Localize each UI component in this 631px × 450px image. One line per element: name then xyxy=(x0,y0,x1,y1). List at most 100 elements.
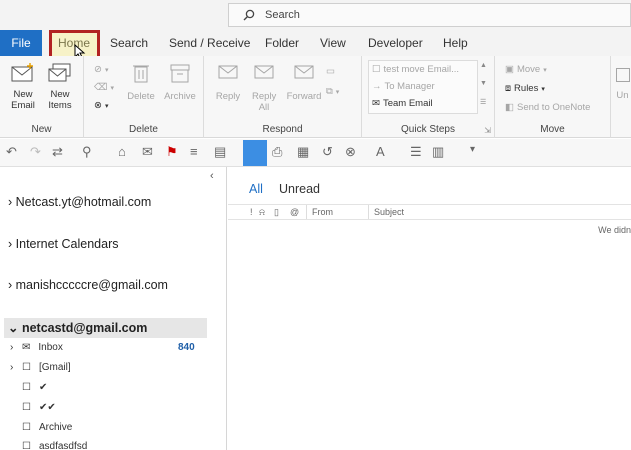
tab-folder[interactable]: Folder xyxy=(265,30,299,56)
new-items-button[interactable]: New Items xyxy=(42,62,78,111)
inbox-icon: ✉ xyxy=(22,342,31,353)
account-netcast-hotmail[interactable]: › Netcast.yt@hotmail.com xyxy=(8,195,151,209)
inbox-unread-count: 840 xyxy=(178,342,195,353)
folder-check[interactable]: ☐ ✔ xyxy=(10,382,47,393)
junk-icon[interactable]: ⊗ ▾ xyxy=(94,100,108,111)
flag-icon[interactable]: ⚑ xyxy=(166,144,178,160)
folder-double-check-label: ✔✔ xyxy=(38,402,56,413)
meeting-icon[interactable]: ▭ xyxy=(326,66,335,77)
save-icon[interactable]: ▦ xyxy=(297,144,309,160)
view-icon[interactable]: ▥ xyxy=(432,144,444,160)
collapse-pane-icon[interactable]: ‹ xyxy=(210,170,214,182)
mark-read-icon[interactable]: ✉ xyxy=(142,144,153,160)
importance-column-icon[interactable]: ! xyxy=(250,207,253,217)
expand-arrow-icon[interactable]: › xyxy=(10,362,20,373)
reminder-column-icon[interactable]: ⍾ xyxy=(259,207,265,218)
group-delete-label: Delete xyxy=(129,124,158,135)
reply-all-label: Reply All xyxy=(252,91,277,113)
unread-button[interactable]: Un xyxy=(614,68,631,101)
folder-icon: ☐ xyxy=(22,422,31,433)
trash-icon xyxy=(133,65,149,83)
search-input[interactable]: Search xyxy=(228,3,631,27)
icon-column-icon[interactable]: ▯ xyxy=(274,207,279,218)
unread-icon xyxy=(615,68,630,82)
selected-toolbar-button[interactable] xyxy=(243,140,267,166)
move-label: Move xyxy=(516,64,541,75)
print-preview-icon[interactable]: ▤ xyxy=(214,144,226,160)
print-icon[interactable]: ⎙ xyxy=(272,144,282,160)
folder-archive[interactable]: ☐ Archive xyxy=(10,422,72,433)
address-book-icon[interactable]: ⌂ xyxy=(118,144,126,159)
filter-all[interactable]: All xyxy=(249,182,263,196)
junk-small-icon[interactable]: ⊗ xyxy=(345,144,356,160)
message-column-header: ! ⍾ ▯ @ From Subject xyxy=(228,204,631,220)
folder-gmail[interactable]: › ☐ [Gmail] xyxy=(10,362,71,373)
forward-button[interactable]: Forward xyxy=(284,62,324,102)
list-icon[interactable]: ☰ xyxy=(410,144,422,160)
new-items-icon xyxy=(48,63,71,82)
rules-button[interactable]: ⧈ Rules ▾ xyxy=(505,83,545,94)
quick-step-team-email-label: Team Email xyxy=(382,98,433,109)
account-netcast-hotmail-label: Netcast.yt@hotmail.com xyxy=(15,195,152,209)
customize-toolbar-icon[interactable]: ▾ xyxy=(470,144,475,155)
folder-double-check[interactable]: ☐ ✔✔ xyxy=(10,402,56,413)
title-bar: Search xyxy=(0,0,631,30)
tab-developer[interactable]: Developer xyxy=(368,30,423,56)
search-placeholder: Search xyxy=(265,9,300,21)
account-netcastd-gmail[interactable]: ⌄ netcastd@gmail.com xyxy=(8,320,147,335)
new-items-label: New Items xyxy=(48,89,72,111)
rules-label: Rules xyxy=(514,83,539,94)
tab-view[interactable]: View xyxy=(320,30,346,56)
reply-button[interactable]: Reply xyxy=(210,62,246,102)
archive-label: Archive xyxy=(164,91,196,102)
account-manish-gmail-label: manishcccccre@gmail.com xyxy=(15,278,168,292)
quick-steps-scroll-down[interactable]: ▼ xyxy=(480,80,487,87)
undo-icon[interactable]: ↶ xyxy=(6,144,17,160)
archive-button[interactable]: Archive xyxy=(160,62,200,102)
tab-search[interactable]: Search xyxy=(110,30,148,56)
quick-step-team-email[interactable]: ✉ Team Email xyxy=(372,98,433,109)
tab-send-receive[interactable]: Send / Receive xyxy=(169,30,250,56)
folder-inbox-label: Inbox xyxy=(38,342,63,353)
subject-column-header[interactable]: Subject xyxy=(374,207,404,217)
quick-step-to-manager[interactable]: → To Manager xyxy=(372,81,435,92)
account-manish-gmail[interactable]: › manishcccccre@gmail.com xyxy=(8,278,168,292)
ignore-icon[interactable]: ⊘ ▾ xyxy=(94,64,108,75)
send-to-onenote-button[interactable]: ◧ Send to OneNote xyxy=(505,102,590,113)
cleanup-icon[interactable]: ⌫ ▾ xyxy=(94,82,114,93)
find-icon[interactable]: ⚲ xyxy=(82,144,92,160)
folder-asdf-label: asdfasdfsd xyxy=(38,441,88,450)
empty-list-message: We didn xyxy=(598,225,631,235)
new-email-label: New Email xyxy=(11,89,35,111)
reply-all-button[interactable]: Reply All xyxy=(246,62,282,113)
quick-access-toolbar: ↶ ↷ ⇄ ⚲ ⌂ ✉ ⚑ ≡ ▤ ⎙ ▦ ↺ ⊗ A ☰ ▥ ▾ xyxy=(0,139,631,167)
font-size-icon[interactable]: A xyxy=(376,144,385,159)
unread-label: Un xyxy=(616,90,629,101)
tab-file[interactable]: File xyxy=(0,30,42,56)
from-column-header[interactable]: From xyxy=(312,207,333,217)
folder-inbox[interactable]: › ✉ Inbox 840 xyxy=(10,342,195,353)
folder-icon: ☐ xyxy=(22,402,31,413)
folder-asdf[interactable]: ☐ asdfasdfsd xyxy=(10,441,87,450)
quick-steps-expand[interactable]: ☰ xyxy=(480,98,486,106)
group-respond: Reply Reply All Forward ▭ ⧉ ▾ Respond xyxy=(204,56,362,138)
send-receive-icon[interactable]: ⇄ xyxy=(52,144,63,160)
group-move: ▣ Move ▾ ⧈ Rules ▾ ◧ Send to OneNote Move xyxy=(495,56,611,138)
move-button[interactable]: ▣ Move ▾ xyxy=(505,64,547,75)
group-move-label: Move xyxy=(540,124,565,135)
expand-arrow-icon[interactable]: › xyxy=(10,342,20,353)
reply-small-icon[interactable]: ↺ xyxy=(322,144,333,160)
account-internet-calendars[interactable]: › Internet Calendars xyxy=(8,237,118,251)
redo-icon[interactable]: ↷ xyxy=(30,144,41,160)
delete-button[interactable]: Delete xyxy=(124,62,158,102)
attachment-column-icon[interactable]: @ xyxy=(290,207,299,217)
more-respond-icon[interactable]: ⧉ ▾ xyxy=(326,86,339,97)
message-list-pane: All Unread ! ⍾ ▯ @ From Subject We didn xyxy=(228,167,631,450)
new-email-button[interactable]: New Email xyxy=(5,62,41,111)
quick-steps-scroll-up[interactable]: ▲ xyxy=(480,62,487,69)
quick-step-move-email[interactable]: ☐ test move Email... xyxy=(372,64,459,75)
filter-unread[interactable]: Unread xyxy=(279,182,320,196)
tab-help[interactable]: Help xyxy=(443,30,468,56)
align-icon[interactable]: ≡ xyxy=(190,144,198,159)
quick-steps-launcher-icon[interactable]: ⇲ xyxy=(484,126,491,135)
